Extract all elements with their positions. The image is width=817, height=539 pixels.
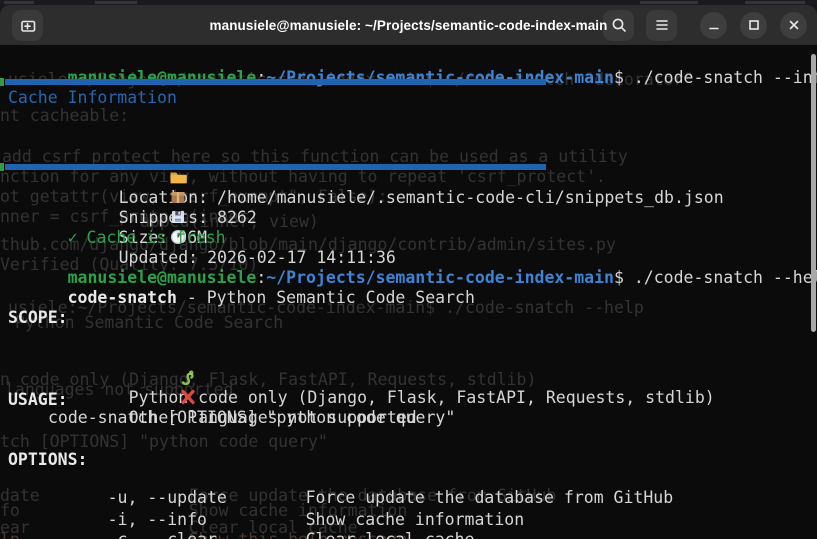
option-flags: -c, --clear (108, 530, 306, 539)
cursor-artifact (0, 163, 4, 171)
minimize-button[interactable] (700, 11, 727, 39)
app-name: code-snatch (67, 288, 177, 307)
search-icon (612, 18, 626, 32)
menu-button[interactable] (646, 9, 677, 41)
terminal-window: manusiele@manusiele: ~/Projects/semantic… (0, 5, 817, 539)
horizontal-rule (5, 164, 546, 170)
background-artifact (640, 1, 698, 4)
minimize-icon (708, 27, 719, 30)
maximize-button[interactable] (740, 11, 767, 39)
scope-item-other: Other languages not supported (8, 348, 417, 451)
terminal-screen[interactable]: usiele:~/Projects/semantic-code-index-ma… (0, 45, 817, 539)
help-title-line: code-snatch - Python Semantic Code Searc… (8, 268, 475, 328)
check-icon: ✓ (67, 228, 78, 247)
option-row-clear: -c, --clearClear local cache (8, 510, 475, 539)
cache-status: Cache is fresh (86, 228, 226, 247)
usage-header: USAGE: (8, 390, 68, 409)
ghost-text: nt cacheable: (0, 106, 130, 125)
usage-line: code-snatch [OPTIONS] "python code query… (48, 408, 456, 427)
cache-heading: Cache Information (8, 88, 177, 107)
command-help: ./code-snatch --help (623, 268, 817, 287)
app-tagline: - Python Semantic Code Search (176, 288, 475, 307)
close-button[interactable] (780, 11, 807, 39)
new-tab-button[interactable] (12, 9, 43, 41)
close-icon (789, 20, 798, 30)
scope-header: SCOPE: (8, 308, 68, 327)
option-desc: Clear local cache (306, 530, 475, 539)
prompt-dollar: $ (613, 68, 624, 87)
titlebar[interactable]: manusiele@manusiele: ~/Projects/semantic… (0, 5, 817, 45)
options-header: OPTIONS: (8, 450, 88, 469)
background-artifact (745, 1, 805, 4)
horizontal-rule (5, 79, 546, 85)
background-artifact (95, 1, 137, 4)
cursor-artifact (0, 78, 4, 86)
maximize-icon (748, 20, 759, 30)
background-artifact (4, 1, 34, 4)
search-button[interactable] (603, 9, 634, 41)
menu-icon (655, 20, 668, 30)
command-info: ./code-snatch --info (623, 68, 817, 87)
prompt-dollar: $ (613, 268, 624, 287)
scrollbar-thumb[interactable] (811, 54, 816, 332)
new-tab-icon (20, 20, 35, 32)
